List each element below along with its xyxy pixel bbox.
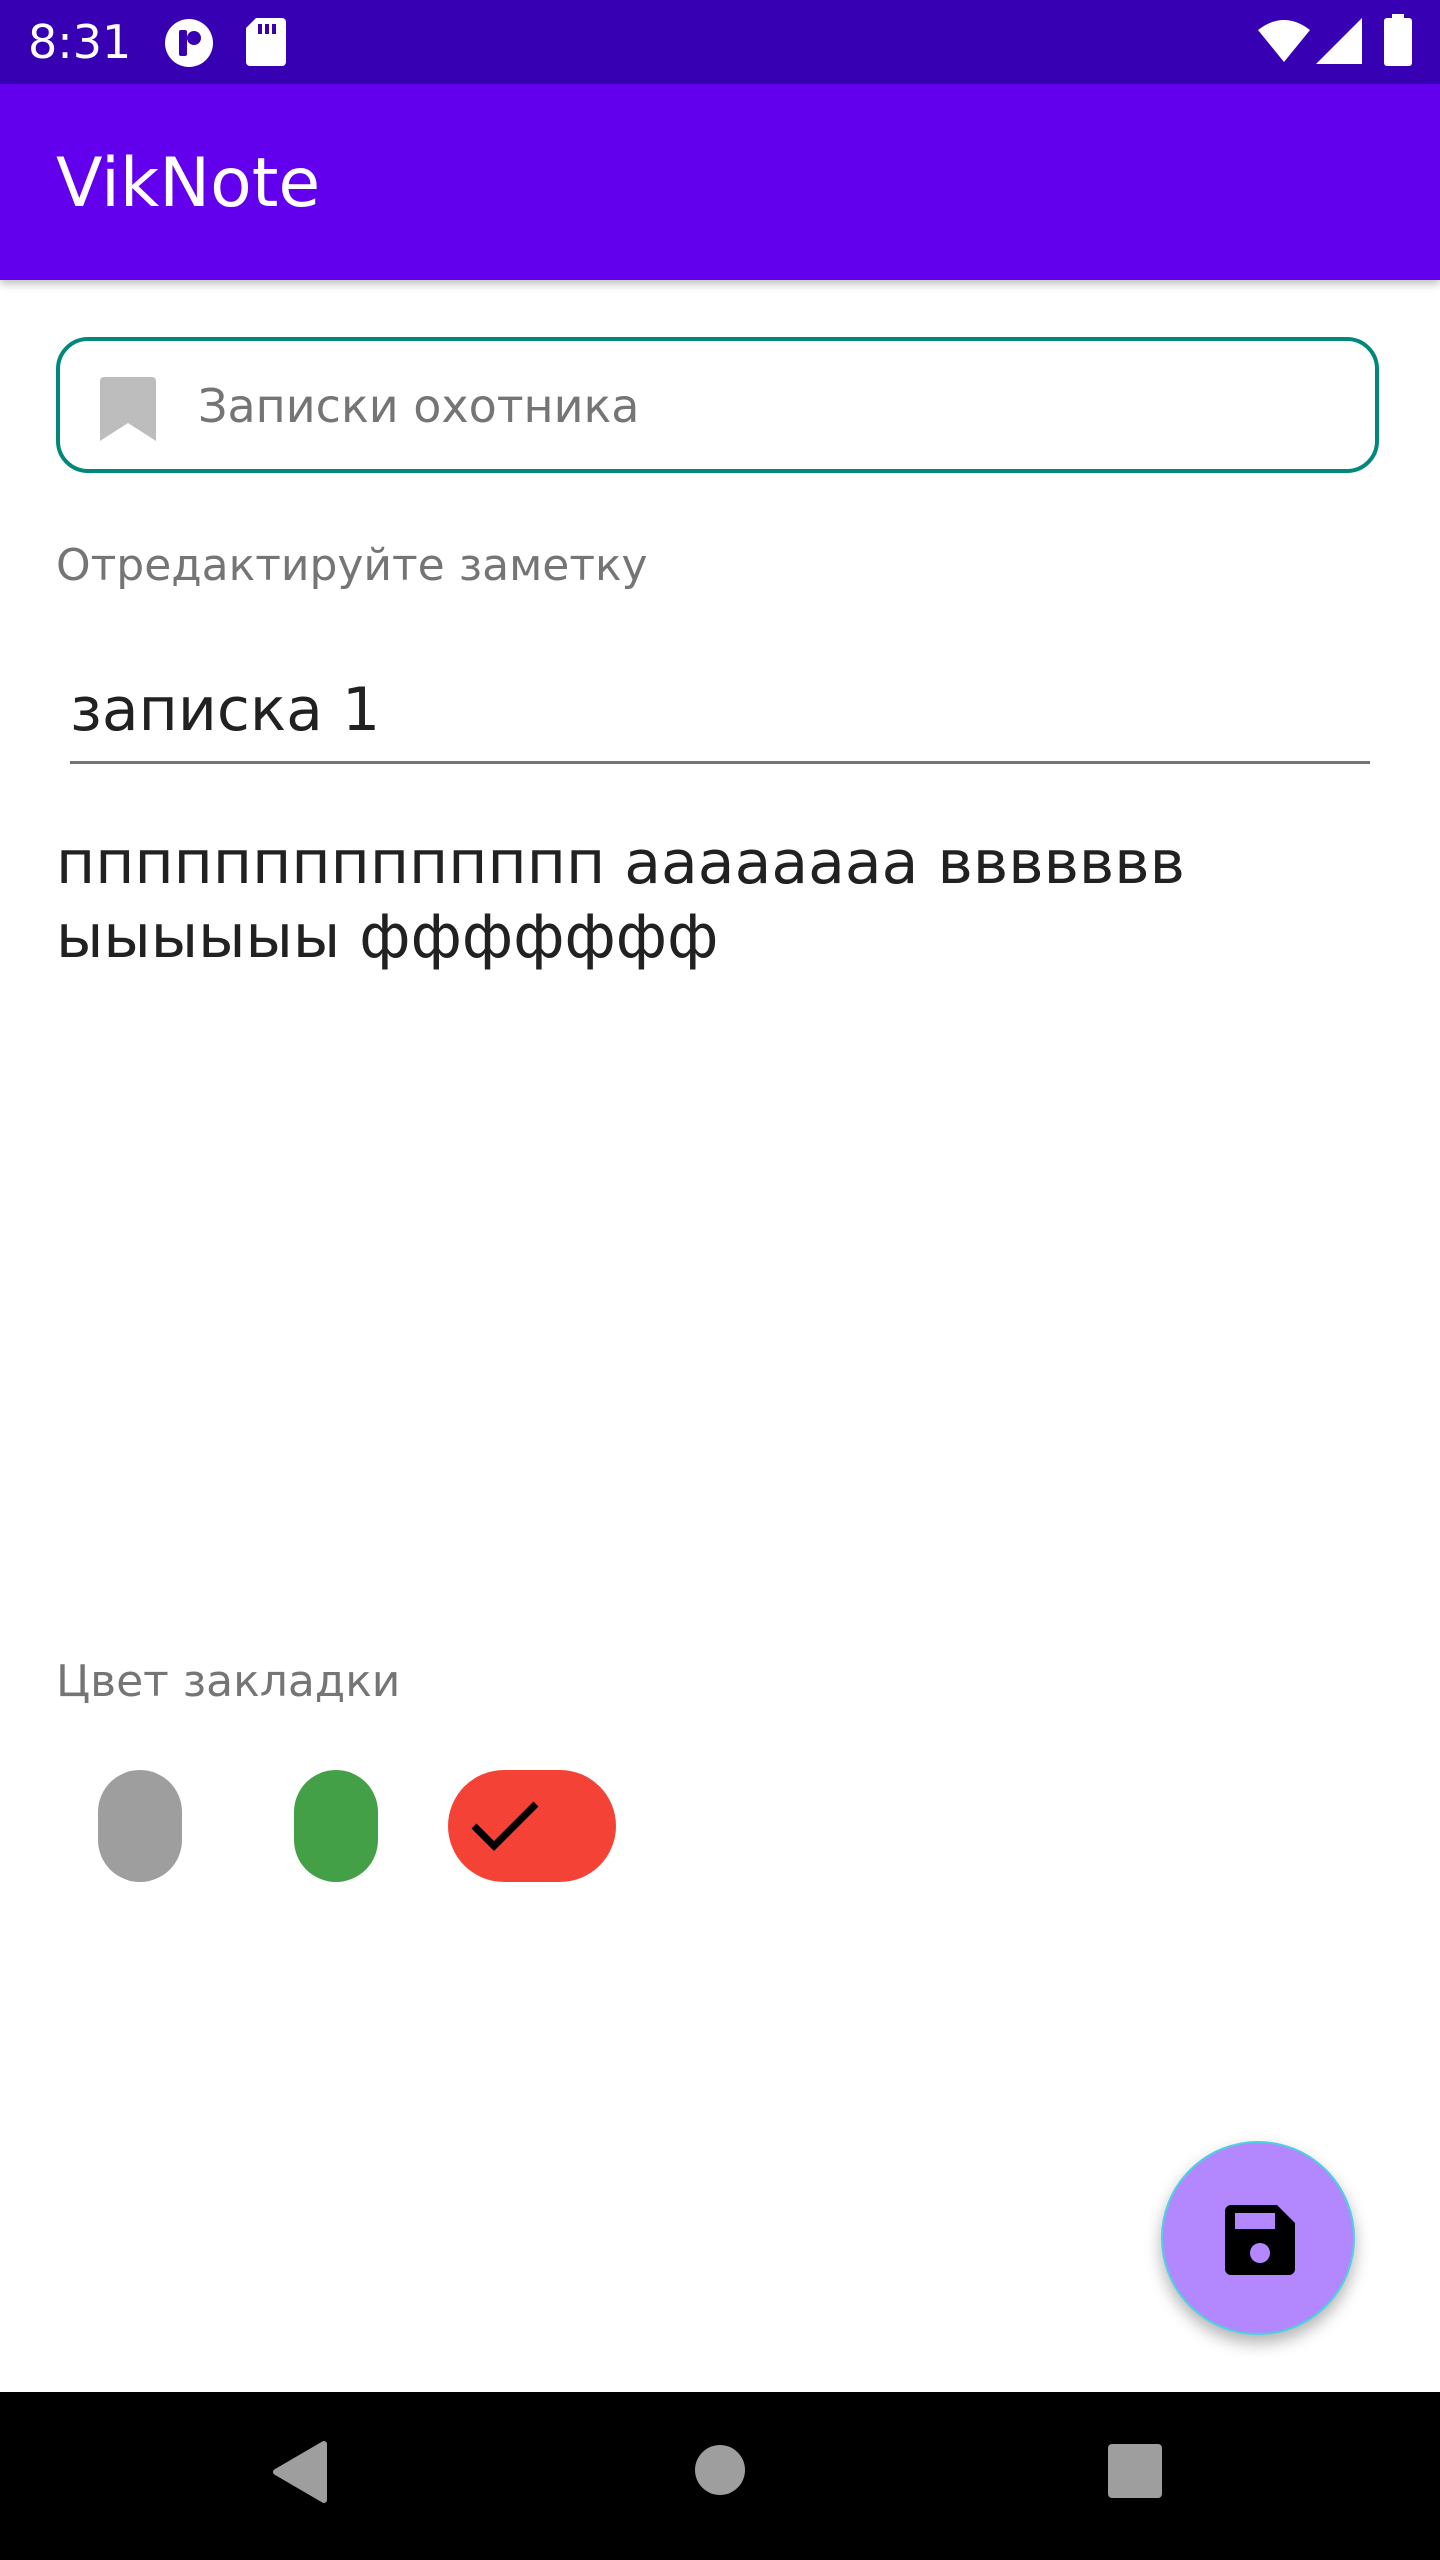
color-option-green[interactable] — [294, 1770, 378, 1882]
app-bar: VikNote — [0, 84, 1440, 280]
note-title-value: записка 1 — [70, 675, 381, 745]
bookmark-color-label: Цвет закладки — [56, 1656, 401, 1707]
color-option-gray[interactable] — [98, 1770, 182, 1882]
status-bar: 8:31 — [0, 0, 1440, 84]
category-field[interactable]: Записки охотника — [56, 337, 1379, 473]
battery-icon — [1384, 14, 1412, 70]
note-body-input[interactable]: пппппппппппппп ааааааaa ввввввв ыыыыыы ф… — [56, 826, 1356, 974]
status-time: 8:31 — [28, 15, 132, 69]
checkmark-icon — [470, 1798, 540, 1854]
sd-card-icon — [246, 18, 286, 70]
notification-app-icon — [164, 18, 214, 72]
recents-icon[interactable] — [1108, 2444, 1162, 2502]
navigation-bar — [0, 2392, 1440, 2560]
save-icon — [1225, 2205, 1295, 2275]
back-icon[interactable] — [272, 2440, 328, 2508]
note-title-input[interactable]: записка 1 — [70, 668, 1370, 764]
app-title: VikNote — [56, 144, 321, 223]
bookmark-icon — [100, 377, 156, 441]
note-editor-screen: 8:31 VikNote Записки охотника Отредактир… — [0, 0, 1440, 2560]
edit-note-label: Отредактируйте заметку — [56, 540, 648, 591]
save-button[interactable] — [1161, 2141, 1355, 2335]
signal-icon — [1316, 18, 1362, 68]
color-option-red[interactable] — [448, 1770, 616, 1882]
home-icon[interactable] — [694, 2444, 746, 2500]
wifi-icon — [1258, 20, 1310, 66]
category-value: Записки охотника — [198, 379, 640, 433]
